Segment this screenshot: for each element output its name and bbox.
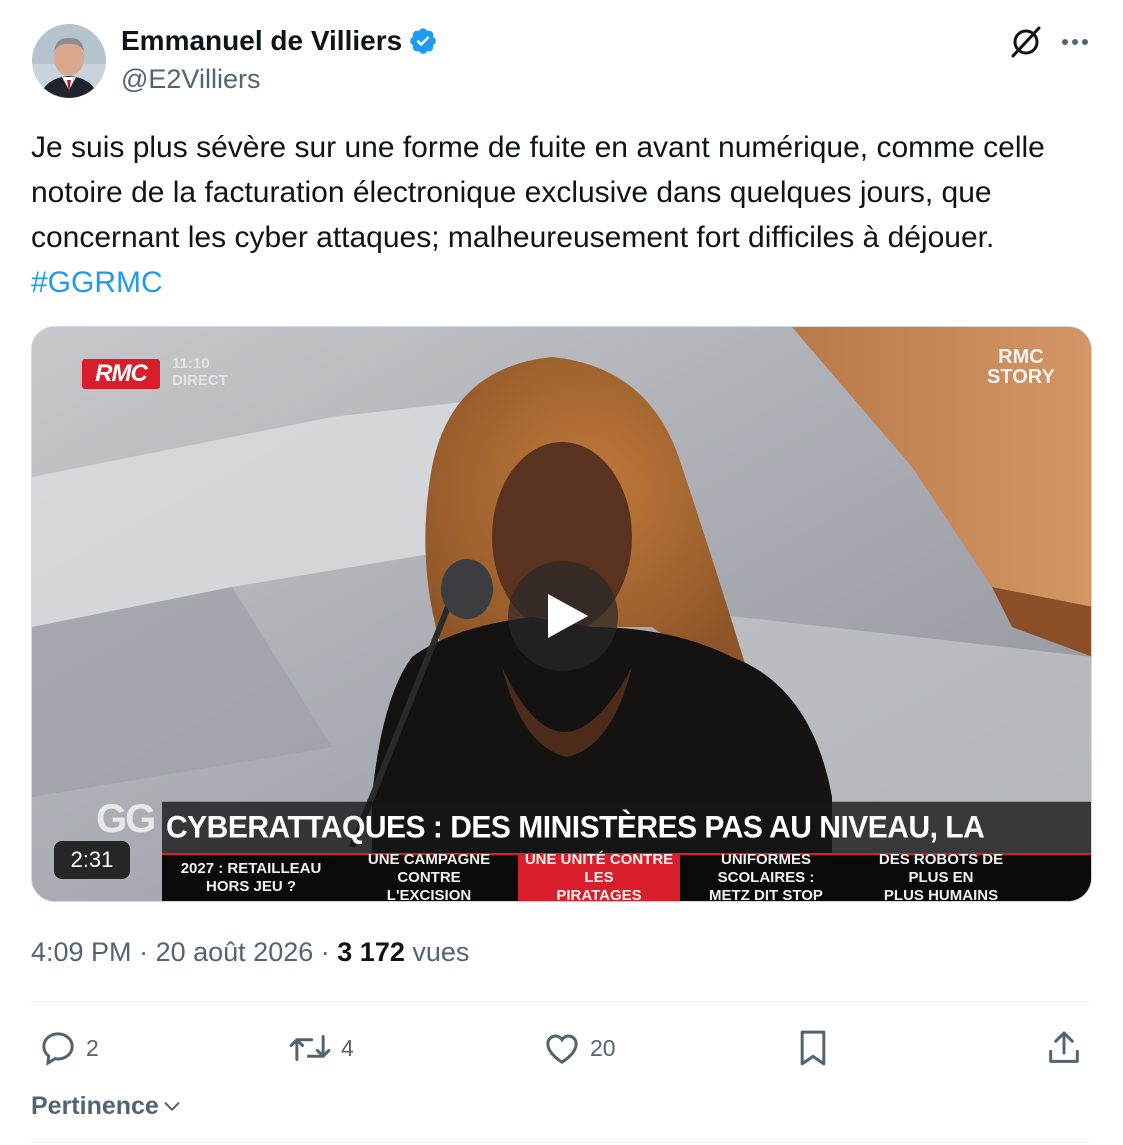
reply-icon (42, 1032, 74, 1066)
rmc-story-line2: STORY (987, 366, 1055, 388)
heart-icon (546, 1034, 578, 1064)
tweet-meta: 4:09 PM · 20 août 2026 · 3 172 vues (31, 934, 469, 970)
repost-icon (289, 1035, 331, 1061)
author-name[interactable]: Emmanuel de Villiers (121, 24, 438, 58)
divider (31, 1001, 1092, 1002)
tweet-date[interactable]: 20 août 2026 (156, 937, 314, 967)
more-options-icon[interactable] (1058, 28, 1092, 56)
play-button[interactable] (508, 561, 618, 671)
ticker-item: UNE CAMPAGNE CONTRE L'EXCISION (367, 851, 491, 902)
headline-banner: CYBERATTAQUES : DES MINISTÈRES PAS AU NI… (162, 801, 1091, 897)
tweet-header: Emmanuel de Villiers @E2Villiers (0, 0, 1123, 110)
share-button[interactable] (1044, 1020, 1092, 1076)
play-icon (548, 594, 588, 638)
tweet-text: Je suis plus sévère sur une forme de fui… (31, 125, 1091, 305)
verified-badge-icon (410, 28, 436, 54)
rmc-story-line1: RMC (998, 346, 1044, 368)
repost-count: 4 (341, 1034, 354, 1061)
news-ticker: 2027 : RETAILLEAU HORS JEU ? UNE CAMPAGNE… (162, 851, 1091, 902)
ticker-item: DES ROBOTS DE PLUS EN PLUS HUMAINS (878, 851, 1004, 902)
channel-time-value: 11:10 (172, 355, 210, 372)
tweet-time[interactable]: 4:09 PM (31, 937, 132, 967)
reply-button[interactable]: 2 (38, 1020, 99, 1076)
meta-separator: · (320, 937, 330, 967)
sort-dropdown[interactable]: Pertinence (31, 1088, 183, 1124)
divider (31, 1142, 1092, 1143)
video-duration: 2:31 (54, 841, 130, 879)
like-button[interactable]: 20 (542, 1020, 616, 1076)
views-label: vues (412, 937, 470, 967)
reply-count: 2 (86, 1034, 99, 1061)
author-handle[interactable]: @E2Villiers (121, 62, 260, 96)
ticker-item: 2027 : RETAILLEAU HORS JEU ? (180, 860, 322, 895)
views-count: 3 172 (337, 937, 405, 967)
bookmark-icon (800, 1030, 826, 1066)
bookmark-button[interactable] (795, 1020, 839, 1076)
channel-live-label: DIRECT (172, 372, 228, 389)
rmc-channel-logo: RMC (82, 359, 160, 389)
chevron-down-icon (164, 1102, 180, 1111)
meta-separator: · (139, 937, 149, 967)
show-logo: GG (96, 797, 156, 841)
grok-icon[interactable] (1008, 24, 1044, 60)
author-name-text[interactable]: Emmanuel de Villiers (121, 25, 402, 56)
hashtag-link[interactable]: #GGRMC (31, 266, 163, 299)
channel-time: 11:10 DIRECT (172, 355, 228, 389)
rmc-story-logo: RMC STORY (987, 347, 1055, 387)
repost-button[interactable]: 4 (287, 1020, 354, 1076)
share-icon (1049, 1031, 1079, 1063)
ticker-item: UNE UNITÉ CONTRE LES PIRATAGES (518, 851, 680, 901)
sort-label: Pertinence (31, 1092, 159, 1120)
ticker-item: UNIFORMES SCOLAIRES : METZ DIT STOP (709, 851, 823, 902)
tweet-body: Je suis plus sévère sur une forme de fui… (31, 131, 1045, 254)
tweet-actions: 2 4 20 (0, 1020, 1123, 1076)
avatar[interactable] (32, 24, 106, 98)
like-count: 20 (590, 1034, 616, 1061)
video-player[interactable]: RMC 11:10 DIRECT RMC STORY GG CYBERATTAQ… (31, 326, 1092, 902)
